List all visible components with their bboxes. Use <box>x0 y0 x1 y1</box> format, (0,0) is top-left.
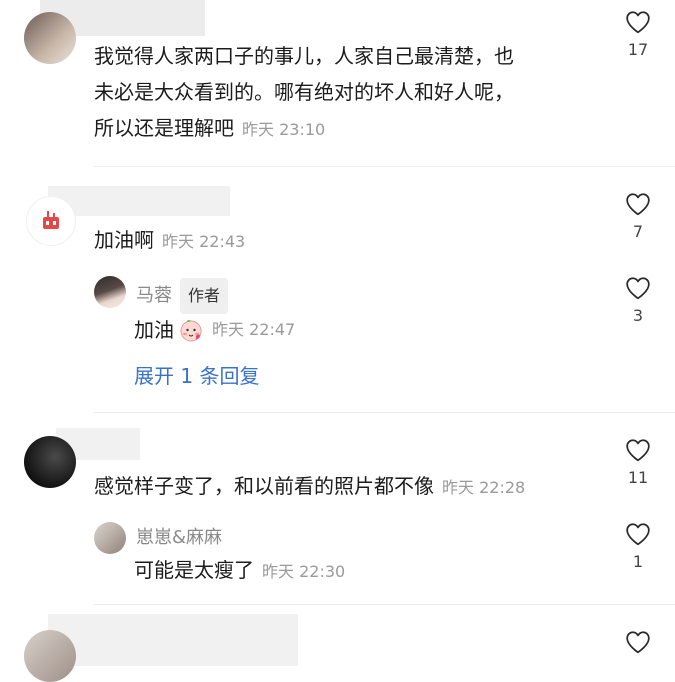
reply-avatar[interactable] <box>94 522 126 554</box>
like-button[interactable]: 1 <box>618 522 658 571</box>
avatar[interactable] <box>24 12 76 64</box>
like-count: 7 <box>632 222 644 241</box>
reply-time: 昨天 22:30 <box>262 562 346 581</box>
cup-icon <box>43 211 59 229</box>
like-count: 17 <box>627 40 649 59</box>
comment-time: 昨天 22:28 <box>442 478 526 497</box>
like-button[interactable] <box>618 630 658 654</box>
heart-outline-icon <box>626 193 650 216</box>
username-blurred <box>48 614 298 666</box>
like-button[interactable]: 11 <box>618 438 658 487</box>
comment-text: 我觉得人家两口子的事儿，人家自己最清楚，也 未必是大众看到的。哪有绝对的坏人和好… <box>94 44 514 140</box>
reply-username[interactable]: 崽崽&麻麻 <box>136 524 222 552</box>
peach-emoji-icon <box>180 319 202 342</box>
reply-header: 马蓉 作者 <box>136 278 229 314</box>
heart-outline-icon <box>626 631 650 654</box>
heart-outline-icon <box>626 439 650 462</box>
comment-text: 加油啊 昨天 22:43 <box>94 228 246 252</box>
reply-text: 加油 昨天 22:47 <box>134 312 295 348</box>
like-count: 1 <box>632 552 644 571</box>
expand-replies-link[interactable]: 展开 1 条回复 <box>134 360 259 389</box>
username-blurred <box>48 186 230 216</box>
reply-avatar[interactable] <box>94 276 126 308</box>
divider <box>94 412 675 413</box>
avatar[interactable] <box>24 436 76 488</box>
like-button[interactable]: 17 <box>618 10 658 59</box>
reply-username[interactable]: 马蓉 <box>136 285 172 306</box>
like-count: 3 <box>632 306 644 325</box>
reply-time: 昨天 22:47 <box>212 320 296 339</box>
author-badge: 作者 <box>180 278 229 314</box>
comment-time: 昨天 23:10 <box>242 120 326 139</box>
heart-outline-icon <box>626 277 650 300</box>
like-button[interactable]: 7 <box>618 192 658 241</box>
heart-outline-icon <box>626 523 650 546</box>
like-button[interactable]: 3 <box>618 276 658 325</box>
avatar[interactable] <box>26 196 76 246</box>
comment-text: 感觉样子变了，和以前看的照片都不像 昨天 22:28 <box>94 474 526 498</box>
reply-text: 可能是太瘦了 昨天 22:30 <box>134 558 346 582</box>
like-count: 11 <box>627 468 649 487</box>
divider <box>94 166 675 167</box>
comment-time: 昨天 22:43 <box>162 232 246 251</box>
avatar[interactable] <box>24 630 76 682</box>
divider <box>94 604 675 605</box>
heart-outline-icon <box>626 11 650 34</box>
